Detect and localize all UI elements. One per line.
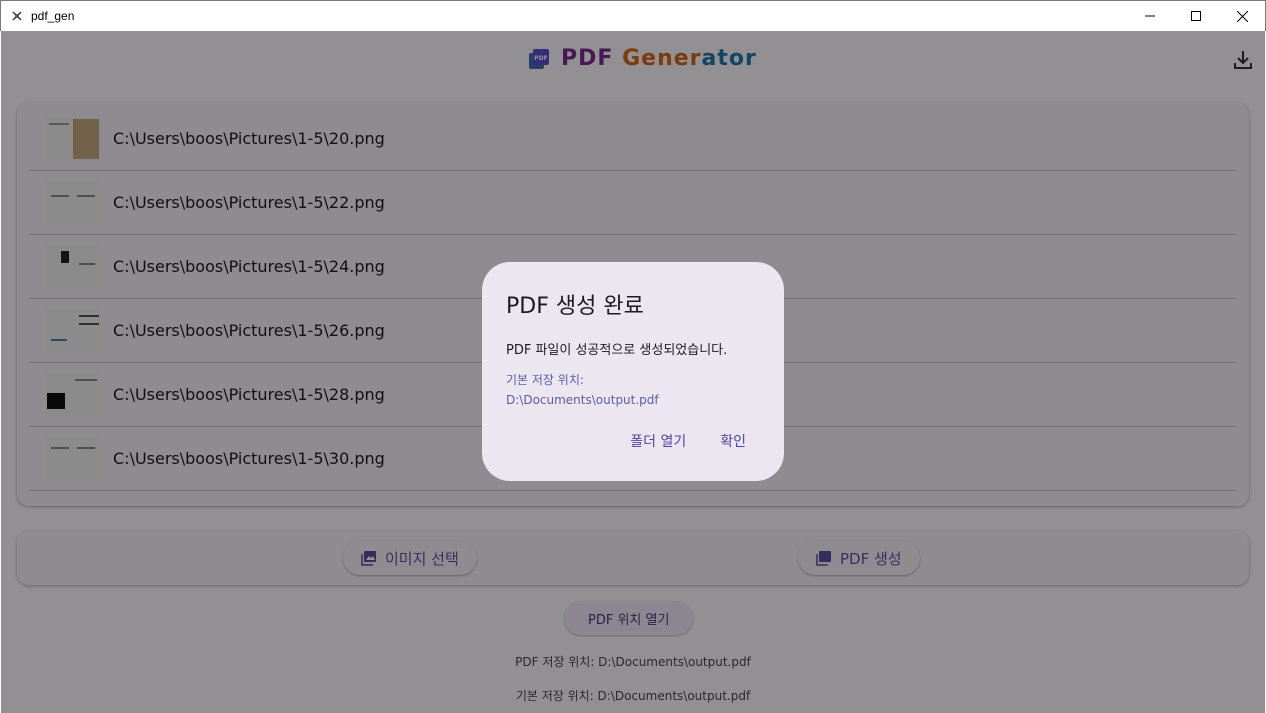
minimize-button[interactable] <box>1127 1 1173 31</box>
maximize-button[interactable] <box>1173 1 1219 31</box>
minimize-icon <box>1145 15 1155 17</box>
close-icon <box>1236 10 1248 22</box>
dialog-title: PDF 생성 완료 <box>506 294 644 319</box>
dialog-path-value: D:\Documents\output.pdf <box>506 393 659 407</box>
confirm-button[interactable]: 확인 <box>720 431 746 451</box>
dialog-message: PDF 파일이 성공적으로 생성되었습니다. <box>506 343 728 358</box>
dialog-path-label: 기본 저장 위치: <box>506 373 584 387</box>
maximize-icon <box>1191 11 1201 21</box>
window-title: pdf_gen <box>31 9 75 23</box>
open-folder-button[interactable]: 폴더 열기 <box>630 431 686 451</box>
dialog-actions: 폴더 열기 확인 <box>630 431 746 451</box>
close-button[interactable] <box>1219 1 1265 31</box>
app-icon <box>11 10 23 22</box>
dialog-path: 기본 저장 위치: D:\Documents\output.pdf <box>506 370 760 410</box>
window-titlebar: pdf_gen <box>0 0 1266 31</box>
pdf-complete-dialog: PDF 생성 완료 PDF 파일이 성공적으로 생성되었습니다. 기본 저장 위… <box>482 262 784 481</box>
